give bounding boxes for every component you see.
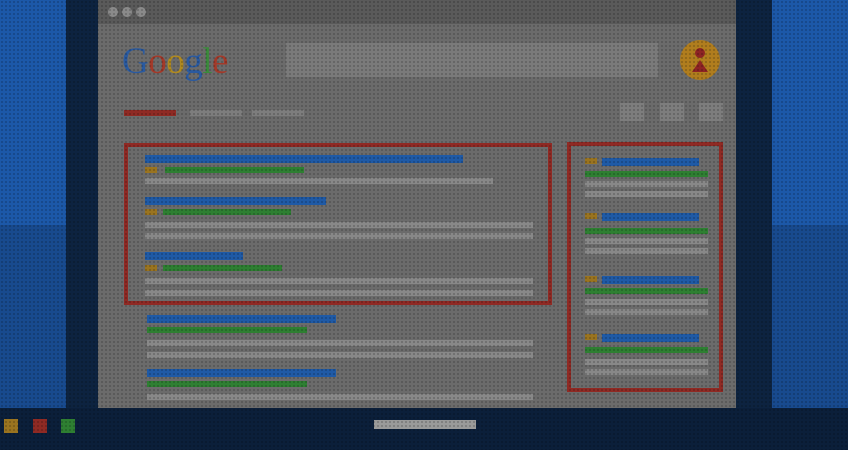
- taskbar-green-icon[interactable]: [61, 419, 75, 433]
- result-snippet: [147, 352, 533, 358]
- result-title[interactable]: [147, 315, 336, 323]
- ad-url[interactable]: [163, 209, 291, 215]
- user-avatar-icon[interactable]: [680, 40, 720, 80]
- browser-window: Google: [98, 0, 736, 408]
- side-ad-description: [585, 309, 708, 315]
- ad-title[interactable]: [145, 252, 243, 260]
- ad-url[interactable]: [165, 167, 304, 173]
- toolbar-button[interactable]: [699, 103, 723, 121]
- browser-titlebar: [98, 0, 736, 24]
- ad-badge: [585, 276, 597, 282]
- ad-badge: [585, 334, 597, 340]
- side-ad-description: [585, 238, 708, 244]
- logo-letter: g: [184, 41, 203, 82]
- ad-title[interactable]: [145, 197, 326, 205]
- google-logo: Google: [122, 40, 228, 83]
- side-ad-url[interactable]: [585, 288, 708, 294]
- result-title[interactable]: [147, 369, 336, 377]
- logo-letter: o: [148, 41, 167, 82]
- side-ad-url[interactable]: [585, 171, 708, 177]
- ad-badge: [585, 213, 597, 219]
- taskbar-center-bar[interactable]: [374, 420, 476, 429]
- ad-badge: [145, 167, 157, 173]
- ad-description: [145, 278, 533, 284]
- ad-description: [145, 222, 533, 228]
- side-ad-description: [585, 181, 708, 187]
- toolbar-button[interactable]: [620, 103, 644, 121]
- ad-description: [145, 290, 533, 296]
- tab-item[interactable]: [190, 110, 242, 116]
- ad-title[interactable]: [145, 155, 463, 163]
- ad-badge: [145, 265, 157, 271]
- result-snippet: [147, 394, 533, 400]
- tab-active[interactable]: [124, 110, 176, 116]
- ad-url[interactable]: [163, 265, 282, 271]
- logo-letter: l: [202, 41, 213, 82]
- logo-letter: e: [212, 41, 228, 82]
- avatar-head: [695, 48, 705, 58]
- side-ads-box: [567, 142, 723, 392]
- taskbar-yellow-icon[interactable]: [4, 419, 18, 433]
- side-ad-url[interactable]: [585, 347, 708, 353]
- taskbar-red-icon[interactable]: [33, 419, 47, 433]
- tab-item[interactable]: [252, 110, 304, 116]
- side-ad-url[interactable]: [585, 228, 708, 234]
- side-ad-description: [585, 299, 708, 305]
- side-ad-title[interactable]: [602, 334, 699, 342]
- search-input[interactable]: [286, 43, 658, 77]
- side-ad-title[interactable]: [602, 213, 699, 221]
- result-snippet: [147, 340, 533, 346]
- toolbar-button[interactable]: [660, 103, 684, 121]
- ad-badge: [585, 158, 597, 164]
- window-dot-icon[interactable]: [122, 7, 132, 17]
- taskbar: [0, 408, 848, 450]
- ad-description: [145, 233, 533, 239]
- avatar-body: [692, 60, 708, 72]
- logo-letter: o: [166, 41, 185, 82]
- window-dot-icon[interactable]: [136, 7, 146, 17]
- side-ad-description: [585, 369, 708, 375]
- side-ad-title[interactable]: [602, 276, 699, 284]
- side-ad-description: [585, 359, 708, 365]
- window-dot-icon[interactable]: [108, 7, 118, 17]
- side-ad-title[interactable]: [602, 158, 699, 166]
- ad-description: [145, 178, 493, 184]
- result-url[interactable]: [147, 381, 307, 387]
- side-ad-description: [585, 191, 708, 197]
- ad-badge: [145, 209, 157, 215]
- result-url[interactable]: [147, 327, 307, 333]
- side-ad-description: [585, 248, 708, 254]
- logo-letter: G: [122, 41, 149, 82]
